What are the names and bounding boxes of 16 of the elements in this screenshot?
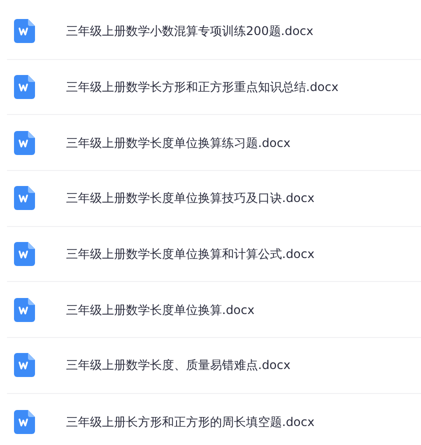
file-name[interactable]: 三年级上册数学长度单位换算.docx	[66, 300, 254, 319]
document-icon	[14, 298, 35, 322]
file-name[interactable]: 三年级上册数学长度单位换算技巧及口诀.docx	[66, 189, 314, 208]
document-icon	[14, 19, 35, 44]
file-name[interactable]: 三年级上册数学长度单位换算和计算公式.docx	[66, 245, 314, 264]
document-icon	[14, 75, 35, 100]
file-name[interactable]: 三年级上册长方形和正方形的周长填空题.docx	[66, 412, 314, 431]
document-icon	[14, 242, 35, 266]
document-icon	[14, 410, 35, 434]
file-name[interactable]: 三年级上册数学长度、质量易错难点.docx	[66, 356, 290, 374]
file-name[interactable]: 三年级上册数学小数混算专项训练200题.docx	[66, 22, 314, 40]
file-name[interactable]: 三年级上册数学长方形和正方形重点知识总结.docx	[66, 78, 338, 96]
document-icon	[14, 186, 35, 210]
document-icon	[14, 130, 35, 155]
file-name[interactable]: 三年级上册数学长度单位换算练习题.docx	[66, 134, 290, 152]
document-icon	[14, 353, 35, 378]
